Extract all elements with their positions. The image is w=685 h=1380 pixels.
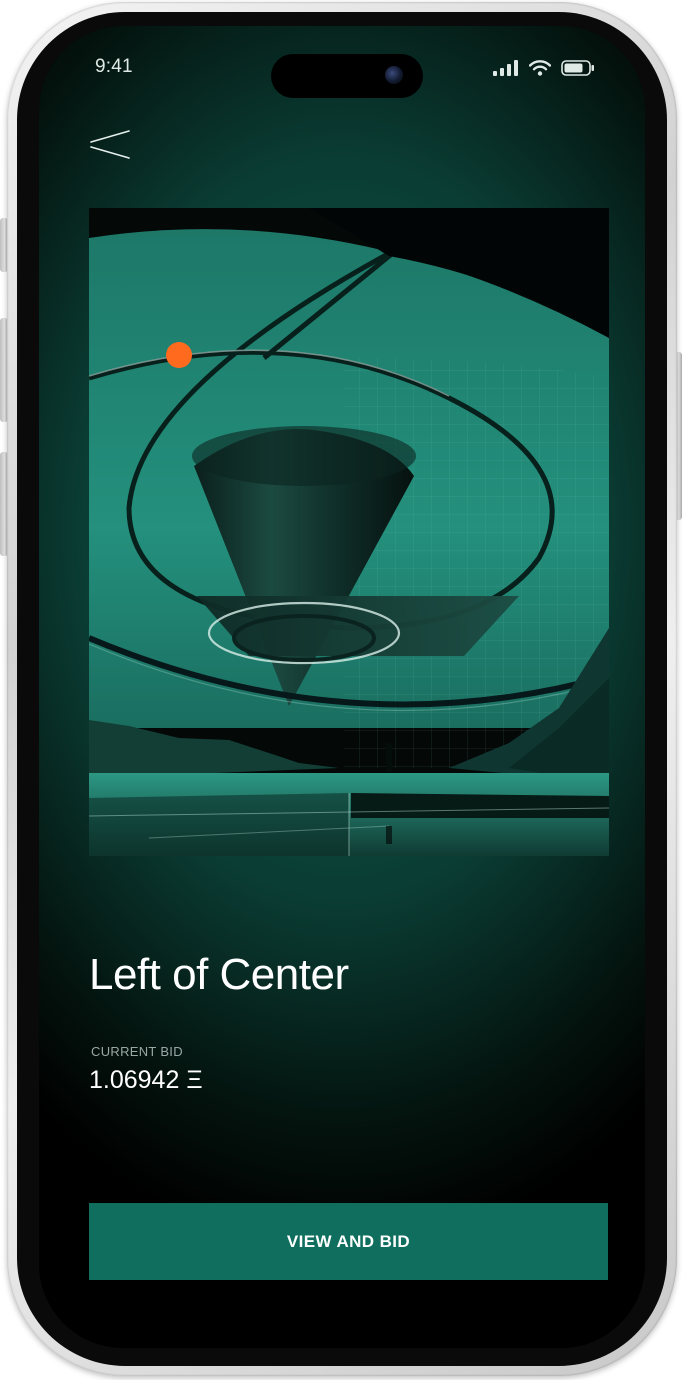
artwork-illustration bbox=[89, 208, 609, 856]
back-arrow-icon bbox=[90, 130, 130, 159]
view-and-bid-button[interactable]: VIEW AND BID bbox=[89, 1203, 608, 1280]
cellular-signal-icon bbox=[493, 60, 518, 76]
current-bid-value: 1.06942 Ξ bbox=[89, 1066, 203, 1094]
battery-icon bbox=[561, 60, 594, 76]
front-camera bbox=[385, 66, 403, 84]
status-time: 9:41 bbox=[95, 56, 133, 77]
artwork-title: Left of Center bbox=[89, 950, 349, 999]
device-mockup: 9:41 Left of Center CURRENT BID 1.06942 … bbox=[0, 0, 685, 1380]
screen: 9:41 Left of Center CURRENT BID 1.06942 … bbox=[39, 26, 645, 1348]
status-icons bbox=[493, 60, 595, 76]
current-bid-label: CURRENT BID bbox=[91, 1044, 183, 1059]
wifi-icon bbox=[529, 60, 551, 76]
back-button[interactable] bbox=[87, 128, 135, 168]
artwork-image[interactable] bbox=[89, 208, 609, 856]
dynamic-island bbox=[271, 54, 423, 98]
